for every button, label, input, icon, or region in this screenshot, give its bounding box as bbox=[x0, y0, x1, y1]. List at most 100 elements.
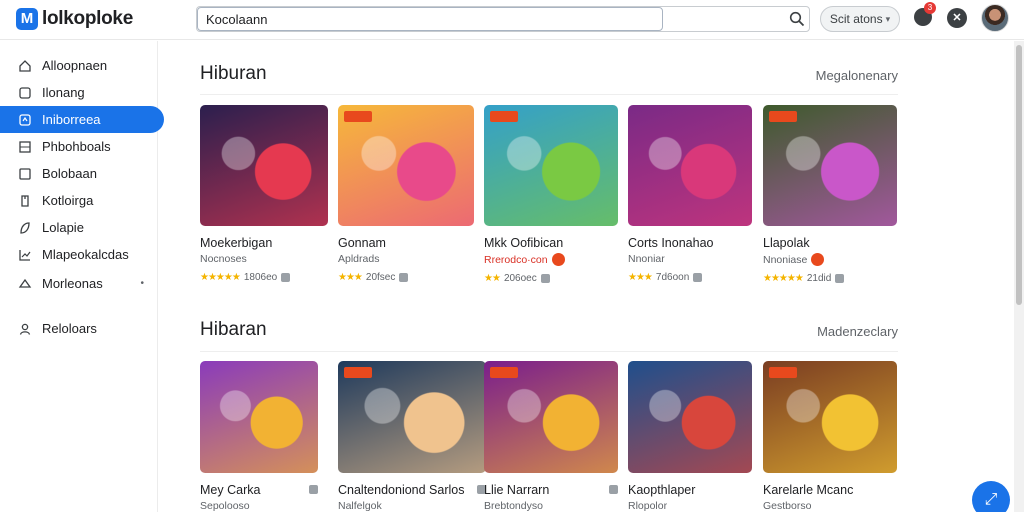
star-rating-icon: ★★ bbox=[484, 273, 501, 284]
game-category-label: Nnoniar bbox=[628, 253, 665, 265]
game-thumbnail[interactable] bbox=[200, 361, 318, 473]
info-icon[interactable] bbox=[309, 485, 318, 494]
info-icon[interactable] bbox=[693, 273, 703, 282]
game-category: Nnoniase bbox=[763, 253, 897, 266]
game-title[interactable]: Karelarle Mcanc bbox=[763, 483, 897, 497]
sidebar-item-chart[interactable]: Mlapeokalcdas bbox=[0, 241, 164, 268]
star-rating-icon: ★★★ bbox=[628, 272, 653, 283]
star-rating-icon: ★★★★★ bbox=[200, 272, 241, 283]
sidebar-item-label: Iniborreea bbox=[42, 112, 101, 127]
game-title[interactable]: Corts Inonahao bbox=[628, 236, 752, 250]
settings-dropdown[interactable]: Scit atons ▾ bbox=[820, 6, 900, 32]
leaf-icon bbox=[20, 221, 30, 234]
sidebar-item-puzzle[interactable]: Morleonas • bbox=[0, 270, 164, 297]
top-bar: M lolkoploke Scit atons ▾ 3 ✕ bbox=[0, 0, 1024, 40]
sidebar-item-label: Alloopnaen bbox=[42, 58, 108, 73]
chevron-down-icon: ▾ bbox=[885, 13, 891, 24]
game-card[interactable]: Gonnam Apldrads ★★★ 20fsec bbox=[338, 105, 474, 283]
sidebar-item-leaf[interactable]: Lolapie bbox=[0, 214, 164, 241]
section-see-more-link[interactable]: Megalonenary bbox=[816, 68, 898, 83]
thumbnail-badge bbox=[769, 111, 797, 122]
game-title[interactable]: Llapolak bbox=[763, 236, 897, 250]
bookmark-icon bbox=[19, 86, 31, 99]
game-thumbnail[interactable] bbox=[628, 105, 752, 226]
info-icon[interactable] bbox=[609, 485, 618, 494]
rating-count: 20fsec bbox=[365, 272, 396, 283]
game-card[interactable]: Kaopthlaper Rlopolor bbox=[628, 361, 752, 512]
game-thumbnail[interactable] bbox=[338, 105, 474, 226]
game-rating: ★★★ 20fsec bbox=[338, 272, 474, 283]
game-thumbnail[interactable] bbox=[763, 361, 897, 473]
logo-mark-icon: M bbox=[16, 8, 38, 30]
sidebar-item-grid[interactable]: Phbohboals bbox=[0, 133, 164, 160]
scrollbar[interactable] bbox=[1014, 41, 1024, 512]
game-category: Apldrads bbox=[338, 253, 474, 265]
game-card[interactable]: Cnaltendoniond Sarlos Nalfelgok bbox=[338, 361, 486, 512]
star-rating-icon: ★★★★★ bbox=[763, 273, 804, 284]
game-card[interactable]: Corts Inonahao Nnoniar ★★★ 7d6oon bbox=[628, 105, 752, 283]
info-icon[interactable] bbox=[540, 274, 550, 283]
section-divider bbox=[200, 351, 898, 352]
game-thumbnail[interactable] bbox=[484, 105, 618, 226]
game-title[interactable]: Mkk Oofibican bbox=[484, 236, 618, 250]
game-title[interactable]: Cnaltendoniond Sarlos bbox=[338, 483, 486, 497]
thumbnail-badge bbox=[344, 111, 372, 122]
game-category-label: Rrerodco·con bbox=[484, 253, 548, 266]
game-title[interactable]: Llie Narrarn bbox=[484, 483, 618, 497]
game-title[interactable]: Gonnam bbox=[338, 236, 474, 250]
game-card[interactable]: Llapolak Nnoniase ★★★★★ 21did bbox=[763, 105, 897, 284]
app-logo[interactable]: M lolkoploke bbox=[16, 8, 133, 30]
game-card[interactable]: Llie Narrarn Brebtondyso bbox=[484, 361, 618, 512]
sidebar: Alloopnaen Ilonang Iniborreea Phbohboals… bbox=[0, 41, 164, 512]
game-rating: ★★★ 7d6oon bbox=[628, 272, 752, 283]
game-category: Nocnoses bbox=[200, 253, 328, 265]
close-icon[interactable]: ✕ bbox=[947, 8, 967, 28]
search-bar[interactable] bbox=[196, 6, 810, 32]
sidebar-item-indicator: • bbox=[140, 278, 144, 289]
game-title[interactable]: Moekerbigan bbox=[200, 236, 328, 250]
section-title: Hiburan bbox=[200, 63, 267, 84]
thumbnail-badge bbox=[490, 367, 518, 378]
game-thumbnail[interactable] bbox=[763, 105, 897, 226]
thumbnail-badge bbox=[344, 367, 372, 378]
sidebar-item-home[interactable]: Alloopnaen bbox=[0, 52, 164, 79]
game-card[interactable]: Karelarle Mcanc Gestborso bbox=[763, 361, 897, 512]
search-icon[interactable] bbox=[789, 11, 805, 27]
rating-count: 1806eo bbox=[243, 272, 278, 283]
sidebar-item-games[interactable]: Iniborreea bbox=[0, 106, 164, 133]
settings-label: Scit atons bbox=[829, 12, 883, 26]
game-card[interactable]: Moekerbigan Nocnoses ★★★★★ 1806eo bbox=[200, 105, 328, 283]
sidebar-item-square[interactable]: Bolobaan bbox=[0, 160, 164, 187]
sidebar-item-label: Morleonas bbox=[42, 276, 103, 291]
game-category-label: Sepolooso bbox=[200, 500, 250, 512]
rating-count: 7d6oon bbox=[655, 272, 690, 283]
game-title[interactable]: Kaopthlaper bbox=[628, 483, 752, 497]
sidebar-item-label: Reloloars bbox=[42, 321, 97, 336]
game-thumbnail[interactable] bbox=[628, 361, 752, 473]
rating-count: 206oec bbox=[503, 273, 537, 284]
thumbnail-badge bbox=[769, 367, 797, 378]
game-title[interactable]: Mey Carka bbox=[200, 483, 318, 497]
game-card[interactable]: Mkk Oofibican Rrerodco·con ★★ 206oec bbox=[484, 105, 618, 284]
game-category-label: Brebtondyso bbox=[484, 500, 543, 512]
floating-action-button[interactable]: ⤢ bbox=[972, 481, 1010, 512]
sidebar-item-bookmark[interactable]: Ilonang bbox=[0, 79, 164, 106]
section-divider bbox=[200, 94, 898, 95]
game-thumbnail[interactable] bbox=[484, 361, 618, 473]
game-card[interactable]: Mey Carka Sepolooso bbox=[200, 361, 318, 512]
tag-icon bbox=[21, 194, 29, 207]
game-category: Rrerodco·con bbox=[484, 253, 618, 266]
search-input[interactable] bbox=[197, 7, 663, 31]
section-see-more-link[interactable]: Madenzeclary bbox=[817, 324, 898, 339]
sidebar-item-user[interactable]: Reloloars bbox=[0, 315, 164, 342]
game-category: Brebtondyso bbox=[484, 500, 618, 512]
game-thumbnail[interactable] bbox=[338, 361, 486, 473]
avatar[interactable] bbox=[981, 4, 1009, 32]
scrollbar-thumb[interactable] bbox=[1016, 45, 1022, 305]
info-icon[interactable] bbox=[835, 274, 845, 283]
game-thumbnail[interactable] bbox=[200, 105, 328, 226]
sidebar-item-tag[interactable]: Kotloirga bbox=[0, 187, 164, 214]
info-icon[interactable] bbox=[281, 273, 291, 282]
square-icon bbox=[19, 167, 31, 180]
info-icon[interactable] bbox=[399, 273, 409, 282]
